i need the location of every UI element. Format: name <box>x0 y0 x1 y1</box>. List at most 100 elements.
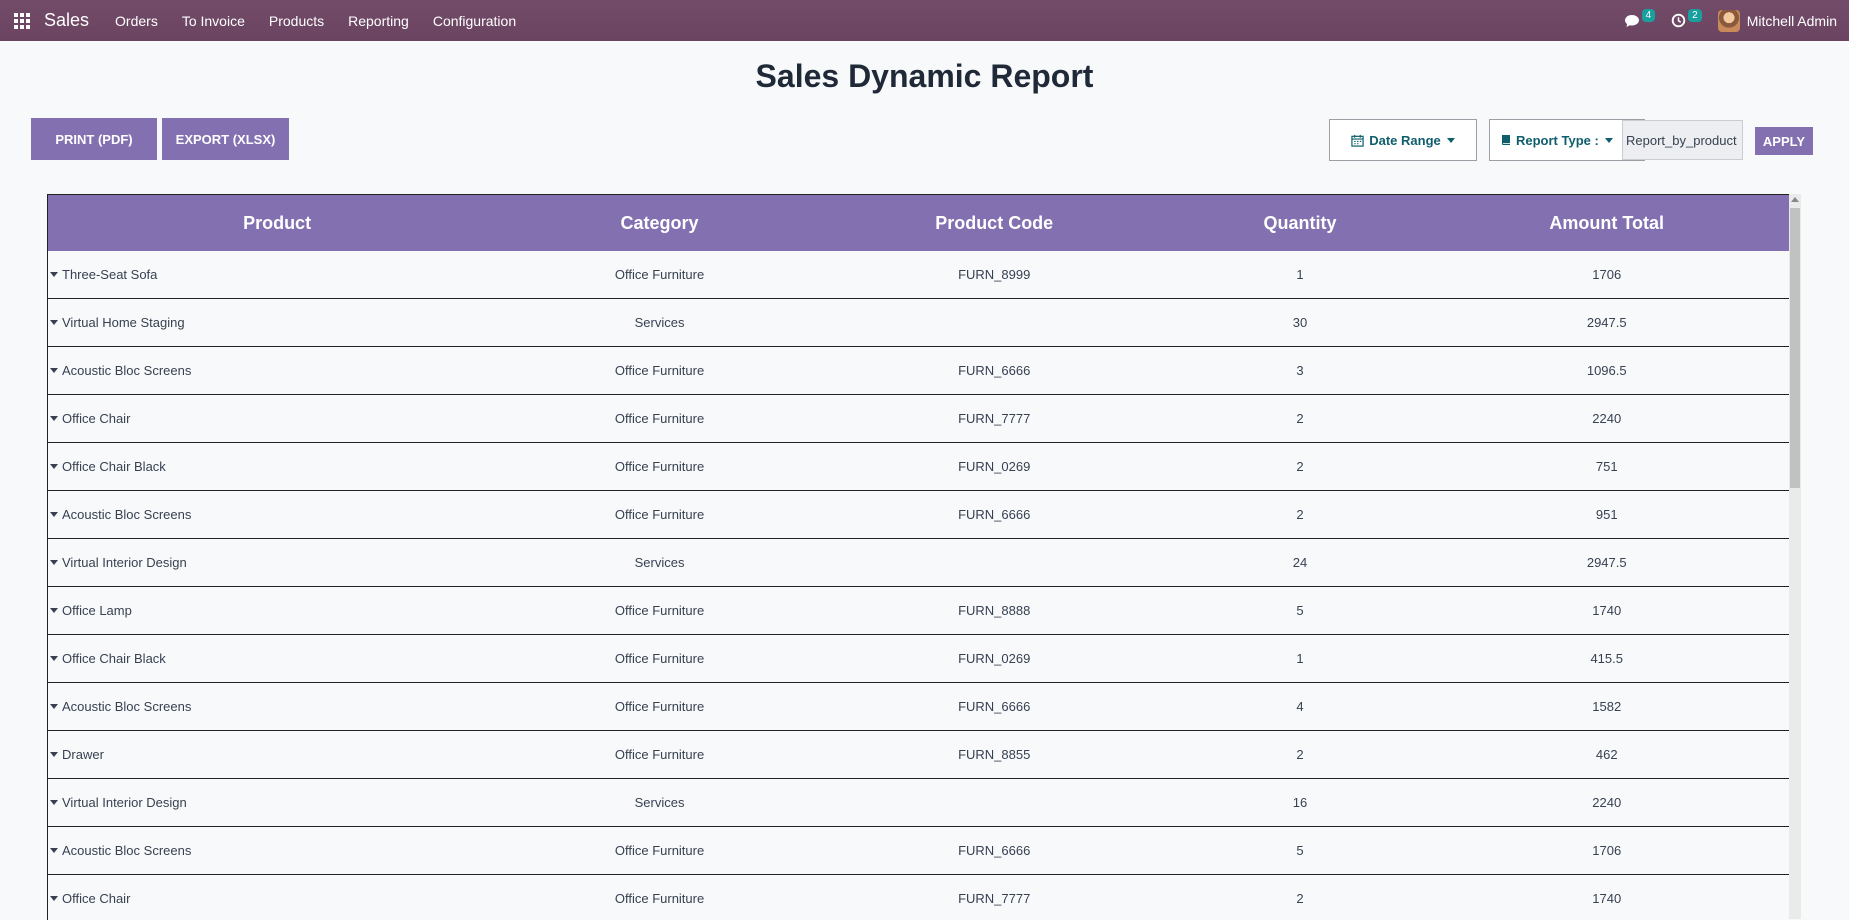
cell-category: Office Furniture <box>614 891 705 906</box>
systray: 4 2 Mitchell Admin <box>1624 0 1837 41</box>
cell-amount-total: 2947.5 <box>1586 315 1627 330</box>
expand-caret-icon[interactable] <box>50 800 58 805</box>
messages-badge: 4 <box>1641 9 1656 22</box>
expand-caret-icon[interactable] <box>50 608 58 613</box>
activities-button[interactable]: 2 <box>1671 9 1702 28</box>
scrollbar-thumb[interactable] <box>1790 208 1800 488</box>
cell-amount-total: 462 <box>1595 747 1618 762</box>
cell-category: Office Furniture <box>614 603 705 618</box>
cell-category: Office Furniture <box>614 651 705 666</box>
expand-caret-icon[interactable] <box>50 656 58 661</box>
cell-category: Office Furniture <box>614 267 705 282</box>
cell-quantity: 5 <box>1296 843 1304 858</box>
table-row: Office Chair Office Furniture FURN_7777 2 17… <box>48 875 1789 920</box>
expand-caret-icon[interactable] <box>50 752 58 757</box>
cell-product: Office Lamp <box>48 603 506 618</box>
cell-amount-total: 1096.5 <box>1586 363 1627 378</box>
expand-caret-icon[interactable] <box>50 416 58 421</box>
chevron-down-icon <box>1446 137 1455 143</box>
cell-product-code: FURN_0269 <box>958 459 1031 474</box>
export-xlsx-button[interactable]: EXPORT (XLSX) <box>162 118 289 160</box>
cell-product: Office Chair Black <box>48 651 506 666</box>
expand-caret-icon[interactable] <box>50 896 58 901</box>
table-row: Acoustic Bloc Screens Office Furniture FUR… <box>48 491 1789 539</box>
print-pdf-button[interactable]: PRINT (PDF) <box>31 118 157 160</box>
cell-category: Office Furniture <box>614 507 705 522</box>
date-range-dropdown[interactable]: Date Range <box>1329 119 1477 161</box>
cell-category: Office Furniture <box>614 459 705 474</box>
cell-category: Services <box>634 555 685 570</box>
apply-button[interactable]: APPLY <box>1755 127 1813 155</box>
cell-product-code: FURN_8855 <box>958 747 1031 762</box>
cell-quantity: 5 <box>1296 603 1304 618</box>
expand-caret-icon[interactable] <box>50 368 58 373</box>
cell-product-code: FURN_7777 <box>958 411 1031 426</box>
expand-caret-icon[interactable] <box>50 704 58 709</box>
expand-caret-icon[interactable] <box>50 320 58 325</box>
cell-amount-total: 415.5 <box>1590 651 1623 666</box>
table-row: Virtual Interior Design Services 16 2240 <box>48 779 1789 827</box>
nav-configuration[interactable]: Configuration <box>421 13 528 29</box>
cell-category: Office Furniture <box>614 843 705 858</box>
expand-caret-icon[interactable] <box>50 272 58 277</box>
user-menu[interactable]: Mitchell Admin <box>1717 9 1837 32</box>
cell-quantity: 2 <box>1296 459 1304 474</box>
cell-category: Services <box>634 795 685 810</box>
table-row: Office Chair Black Office Furniture FURN_0… <box>48 635 1789 683</box>
clock-icon <box>1671 13 1686 28</box>
cell-category: Office Furniture <box>614 411 705 426</box>
cell-quantity: 4 <box>1296 699 1304 714</box>
cell-product-code: FURN_6666 <box>958 699 1031 714</box>
table-row: Three-Seat Sofa Office Furniture FURN_8999… <box>48 251 1789 299</box>
cell-product: Acoustic Bloc Screens <box>48 507 506 522</box>
cell-product: Virtual Interior Design <box>48 795 506 810</box>
cell-product-code: FURN_6666 <box>958 363 1031 378</box>
nav-orders[interactable]: Orders <box>103 13 170 29</box>
scroll-up-arrow-icon[interactable] <box>1791 197 1799 202</box>
product-name: Virtual Interior Design <box>62 795 187 810</box>
activities-badge: 2 <box>1688 9 1702 22</box>
header-product: Product <box>243 212 312 233</box>
nav-to-invoice[interactable]: To Invoice <box>170 13 257 29</box>
table-row: Acoustic Bloc Screens Office Furniture FUR… <box>48 827 1789 875</box>
report-type-dropdown[interactable]: Report Type : <box>1500 119 1613 161</box>
cell-product-code: FURN_8999 <box>958 267 1031 282</box>
header-quantity: Quantity <box>1263 212 1337 233</box>
table-row: Virtual Interior Design Services 24 2947.5 <box>48 539 1789 587</box>
cell-product: Office Chair <box>48 891 506 906</box>
cell-amount-total: 1582 <box>1592 699 1622 714</box>
cell-amount-total: 1706 <box>1592 267 1622 282</box>
product-name: Three-Seat Sofa <box>62 267 158 282</box>
app-grid-icon[interactable] <box>14 12 30 29</box>
avatar <box>1717 9 1740 32</box>
messages-button[interactable]: 4 <box>1624 9 1656 28</box>
cell-quantity: 2 <box>1296 507 1304 522</box>
cell-product: Acoustic Bloc Screens <box>48 699 506 714</box>
expand-caret-icon[interactable] <box>50 512 58 517</box>
table-row: Office Chair Office Furniture FURN_7777 2 22… <box>48 395 1789 443</box>
cell-quantity: 2 <box>1296 411 1304 426</box>
scrollbar[interactable] <box>1789 194 1801 919</box>
page-title: Sales Dynamic Report <box>755 58 1094 94</box>
cell-product-code: FURN_8888 <box>958 603 1031 618</box>
cell-amount-total: 1740 <box>1592 891 1622 906</box>
cell-product: Acoustic Bloc Screens <box>48 363 506 378</box>
cell-quantity: 2 <box>1296 891 1304 906</box>
nav-products[interactable]: Products <box>257 13 336 29</box>
product-name: Office Chair Black <box>62 651 166 666</box>
cell-quantity: 2 <box>1296 747 1304 762</box>
expand-caret-icon[interactable] <box>50 464 58 469</box>
calendar-icon <box>1351 134 1364 147</box>
cell-amount-total: 2240 <box>1592 411 1622 426</box>
header-amount-total: Amount Total <box>1549 212 1665 233</box>
nav-reporting[interactable]: Reporting <box>336 13 421 29</box>
expand-caret-icon[interactable] <box>50 560 58 565</box>
cell-product-code: FURN_0269 <box>958 651 1031 666</box>
cell-category: Office Furniture <box>614 747 705 762</box>
product-name: Office Chair <box>62 411 131 426</box>
expand-caret-icon[interactable] <box>50 848 58 853</box>
report-table: Product Category Product Code Quantity A… <box>47 194 1789 920</box>
cell-quantity: 1 <box>1296 651 1304 666</box>
app-brand[interactable]: Sales <box>44 10 89 31</box>
table-header: Product Category Product Code Quantity A… <box>48 195 1789 251</box>
